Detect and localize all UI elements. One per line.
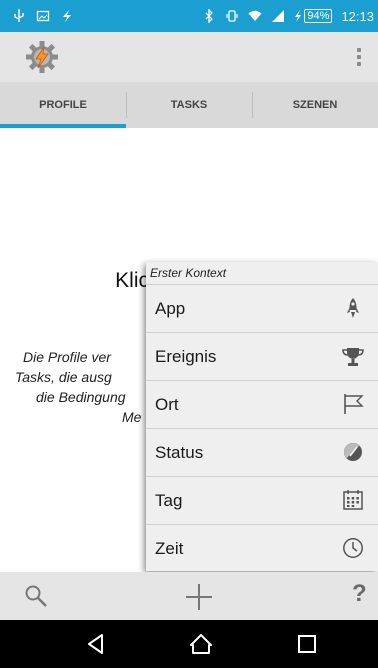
- tab-profile[interactable]: PROFILE: [0, 82, 126, 128]
- tab-label: SZENEN: [292, 99, 338, 111]
- flag-icon: [344, 394, 364, 414]
- clock-time: 12:13: [341, 8, 374, 24]
- tab-label: TASKS: [170, 99, 208, 111]
- calendar-icon: [343, 490, 363, 510]
- app-bar: [0, 32, 378, 82]
- menu-item-zeit[interactable]: Zeit: [146, 524, 378, 572]
- tab-tasks[interactable]: TASKS: [126, 82, 252, 128]
- menu-item-label: Tag: [155, 490, 183, 510]
- battery-indicator: 94%: [294, 9, 333, 23]
- search-icon[interactable]: [24, 584, 48, 608]
- usb-icon: [14, 9, 24, 22]
- trophy-icon: [342, 348, 364, 366]
- back-icon[interactable]: [84, 632, 108, 656]
- bottom-action-bar: ?: [0, 572, 378, 620]
- menu-item-tag[interactable]: Tag: [146, 476, 378, 524]
- recents-icon[interactable]: [295, 632, 319, 656]
- tab-label: PROFILE: [39, 99, 87, 111]
- menu-item-label: Ereignis: [155, 346, 217, 366]
- menu-item-label: Zeit: [155, 538, 184, 558]
- overflow-menu-icon[interactable]: [352, 44, 366, 70]
- rocket-icon: [347, 298, 359, 318]
- home-icon[interactable]: [189, 632, 213, 656]
- status-circle-icon: [343, 442, 362, 461]
- menu-item-status[interactable]: Status: [146, 428, 378, 476]
- menu-item-label: Ort: [155, 394, 179, 414]
- screenshot-icon: [36, 10, 50, 22]
- tasker-gear-logo[interactable]: [25, 40, 59, 74]
- add-icon[interactable]: [184, 582, 214, 612]
- menu-item-label: App: [155, 298, 186, 318]
- popup-title: Erster Kontext: [150, 266, 227, 280]
- battery-percent: 94%: [304, 9, 333, 23]
- menu-item-ereignis[interactable]: Ereignis: [146, 332, 378, 380]
- menu-item-label: Status: [155, 442, 204, 462]
- help-button[interactable]: ?: [352, 580, 367, 608]
- status-bar: 94% 12:13: [0, 0, 378, 32]
- clock-icon: [343, 538, 363, 558]
- menu-item-app[interactable]: App: [146, 284, 378, 332]
- bluetooth-icon: [205, 9, 214, 23]
- battery-charging-icon: [295, 10, 302, 22]
- menu-item-ort[interactable]: Ort: [146, 380, 378, 428]
- wifi-icon: [248, 10, 262, 21]
- system-nav-bar: [0, 620, 378, 668]
- charging-bolt-icon: [63, 10, 71, 22]
- signal-icon: [272, 10, 285, 22]
- context-type-popup: Erster Kontext App Ereignis Ort Status T…: [146, 262, 378, 571]
- vibrate-icon: [226, 10, 239, 22]
- tab-szenen[interactable]: SZENEN: [252, 82, 378, 128]
- tab-bar: PROFILE TASKS SZENEN: [0, 82, 378, 128]
